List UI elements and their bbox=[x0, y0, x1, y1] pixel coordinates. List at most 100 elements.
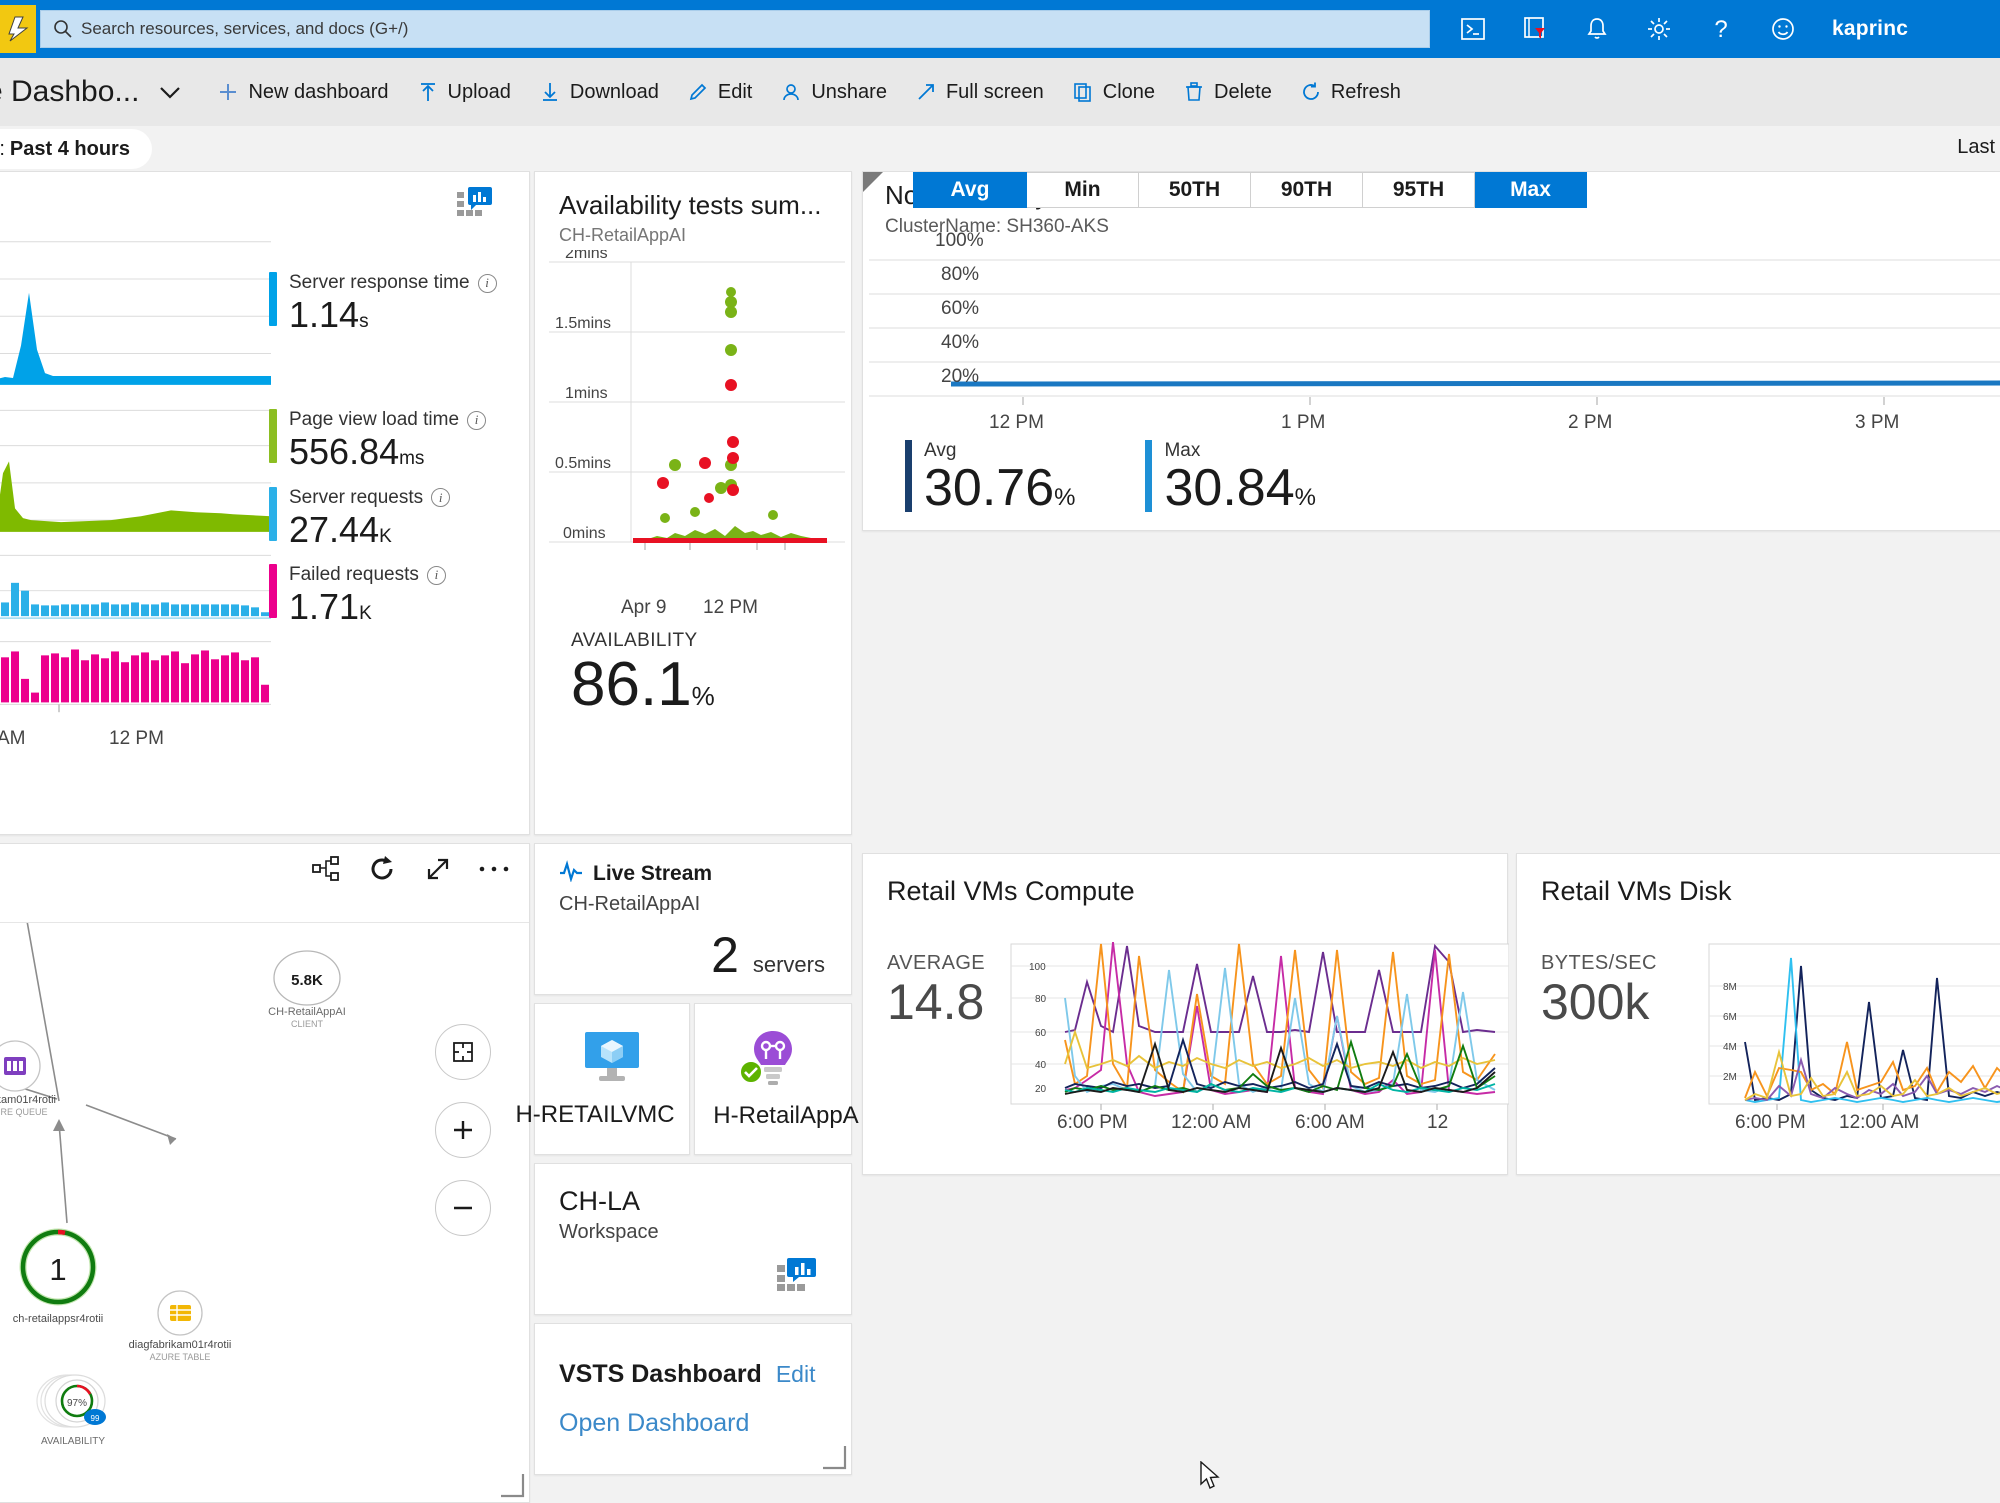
directory-filter-icon[interactable] bbox=[1520, 14, 1550, 44]
svg-text:2mins: 2mins bbox=[565, 250, 608, 262]
fit-to-screen-icon[interactable] bbox=[435, 1024, 491, 1080]
topbar-icon-group: ? bbox=[1458, 14, 1798, 44]
cloud-shell-icon[interactable] bbox=[1458, 14, 1488, 44]
svg-text:97%: 97% bbox=[67, 1398, 87, 1409]
tab-max[interactable]: Max bbox=[1475, 172, 1587, 208]
clone-label: Clone bbox=[1102, 80, 1156, 103]
azure-logo-icon[interactable] bbox=[0, 5, 36, 53]
tab-min[interactable]: Min bbox=[1027, 172, 1139, 208]
clone-button[interactable]: Clone bbox=[1058, 58, 1169, 126]
delete-button[interactable]: Delete bbox=[1169, 58, 1286, 126]
svg-text:20: 20 bbox=[1035, 1084, 1047, 1095]
download-button[interactable]: Download bbox=[525, 58, 673, 126]
metric-server-requests[interactable]: Server requests i 27.44K bbox=[269, 486, 509, 550]
tab-50th[interactable]: 50TH bbox=[1139, 172, 1251, 208]
rc-x-tick-3: 12 bbox=[1427, 1112, 1449, 1133]
node-memory-utilization-tile[interactable]: Node memory utilizatio ClusterName: SH36… bbox=[862, 171, 2000, 531]
zoom-in-icon[interactable] bbox=[435, 1102, 491, 1158]
application-map-toolbar bbox=[309, 852, 511, 886]
fullscreen-arrow-icon bbox=[915, 81, 937, 103]
retail-compute-caption: AVERAGE bbox=[887, 952, 986, 974]
vsts-dashboard-title: VSTS Dashboard bbox=[559, 1360, 762, 1388]
svg-text:6M: 6M bbox=[1723, 1012, 1737, 1023]
trash-icon bbox=[1183, 81, 1205, 103]
settings-gear-icon[interactable] bbox=[1644, 14, 1674, 44]
vsts-dashboard-tile[interactable]: VSTS Dashboard Edit Open Dashboard bbox=[534, 1323, 852, 1475]
vsts-edit-link[interactable]: Edit bbox=[776, 1361, 816, 1388]
info-icon[interactable]: i bbox=[431, 488, 451, 508]
metric-unit: K bbox=[379, 525, 392, 547]
availability-stat-caption: AVAILABILITY bbox=[571, 630, 698, 651]
unshare-button[interactable]: Unshare bbox=[766, 58, 901, 126]
svg-text:AZURE QUEUE: AZURE QUEUE bbox=[0, 1107, 48, 1117]
more-ellipsis-icon[interactable] bbox=[477, 852, 511, 886]
new-dashboard-button[interactable]: New dashboard bbox=[203, 58, 402, 126]
info-icon[interactable]: i bbox=[426, 565, 446, 585]
metric-value: 1.71 bbox=[289, 586, 360, 628]
tab-90th[interactable]: 90TH bbox=[1251, 172, 1363, 208]
node-memory-stat-max: Max 30.84% bbox=[1145, 440, 1316, 515]
nm-stat-unit: % bbox=[1054, 484, 1076, 511]
resource-tile-app-insights[interactable]: H-RetailAppA bbox=[694, 1003, 859, 1155]
log-analytics-workspace-tile[interactable]: CH-LA Workspace bbox=[534, 1163, 852, 1315]
svg-text:0mins: 0mins bbox=[563, 525, 606, 542]
retail-vms-disk-tile[interactable]: Retail VMs Disk BYTES/SEC 300k 8M 6M 4M … bbox=[1516, 853, 2000, 1175]
retail-compute-title: Retail VMs Compute bbox=[887, 876, 1135, 906]
info-icon[interactable]: i bbox=[477, 273, 497, 293]
search-input[interactable] bbox=[75, 19, 1417, 39]
help-question-icon[interactable]: ? bbox=[1706, 14, 1736, 44]
retail-disk-value: 300k bbox=[1541, 974, 1650, 1030]
live-stream-tile[interactable]: Live Stream CH-RetailAppAI 2 servers bbox=[534, 843, 852, 995]
resource-tile-virtual-machine[interactable]: H-RETAILVMC bbox=[515, 1003, 690, 1155]
resource-tile-vm-label: H-RETAILVMC bbox=[515, 1100, 675, 1128]
full-screen-button[interactable]: Full screen bbox=[901, 58, 1058, 126]
expand-diagonal-icon[interactable] bbox=[421, 852, 455, 886]
retail-vms-compute-tile[interactable]: Retail VMs Compute AVERAGE 14.8 100 80 6… bbox=[862, 853, 1509, 1175]
vsts-open-dashboard-link[interactable]: Open Dashboard bbox=[535, 1409, 851, 1438]
metric-server-response-time[interactable]: Server response time i 1.14s bbox=[269, 272, 509, 335]
layout-graph-icon[interactable] bbox=[309, 852, 343, 886]
edit-button[interactable]: Edit bbox=[673, 58, 766, 126]
metric-unit: K bbox=[359, 603, 372, 625]
check-circle-icon bbox=[738, 1059, 764, 1090]
metric-failed-requests[interactable]: Failed requests i 1.71K bbox=[269, 564, 509, 627]
app-insights-sparkline-charts bbox=[0, 241, 271, 713]
virtual-machine-icon bbox=[579, 1030, 645, 1091]
rc-x-tick-1: 12:00 AM bbox=[1171, 1112, 1252, 1133]
svg-text:?: ? bbox=[1714, 16, 1727, 43]
refresh-button[interactable]: Refresh bbox=[1286, 58, 1415, 126]
availability-tests-summary-tile[interactable]: Availability tests sum... CH-RetailAppAI… bbox=[534, 171, 852, 835]
upload-arrow-icon bbox=[417, 81, 439, 103]
zoom-out-icon[interactable] bbox=[435, 1180, 491, 1236]
tab-avg[interactable]: Avg bbox=[913, 172, 1027, 208]
global-search-box[interactable] bbox=[40, 10, 1430, 48]
retail-disk-caption: BYTES/SEC bbox=[1541, 952, 1657, 974]
edit-label: Edit bbox=[717, 80, 753, 103]
live-stream-title: Live Stream bbox=[593, 861, 713, 885]
svg-text:1mins: 1mins bbox=[565, 385, 608, 402]
plus-icon bbox=[217, 81, 239, 103]
refresh-circular-icon bbox=[1300, 81, 1322, 103]
notifications-bell-icon[interactable] bbox=[1582, 14, 1612, 44]
refresh-icon[interactable] bbox=[365, 852, 399, 886]
chevron-down-icon[interactable] bbox=[155, 82, 185, 102]
live-stream-unit: servers bbox=[752, 952, 825, 977]
app-insights-overview-tile[interactable]: AM 12 PM Server response time i 1.14s Pa… bbox=[0, 171, 530, 835]
azure-top-navigation-bar: ? kaprinc bbox=[0, 0, 2000, 58]
pulse-live-icon bbox=[559, 860, 583, 887]
rc-x-tick-2: 6:00 AM bbox=[1295, 1112, 1365, 1133]
availability-tile-subtitle: CH-RetailAppAI bbox=[559, 225, 687, 245]
app-insights-chart-icon bbox=[457, 186, 493, 221]
upload-button[interactable]: Upload bbox=[403, 58, 525, 126]
tab-95th[interactable]: 95TH bbox=[1363, 172, 1475, 208]
availability-x-tick-1: 12 PM bbox=[703, 597, 758, 618]
account-name-label[interactable]: kaprinc bbox=[1832, 17, 1908, 41]
time-range-filter[interactable]: me : Past 4 hours bbox=[0, 129, 152, 169]
info-icon[interactable]: i bbox=[467, 410, 487, 430]
tile-resize-grip[interactable] bbox=[821, 1444, 847, 1470]
application-map-tile[interactable]: 5.8K CH-RetailAppAI CLIENT fabrikam01r4r… bbox=[0, 843, 530, 1503]
tile-resize-grip[interactable] bbox=[499, 1472, 525, 1498]
rd-x-tick-0: 6:00 PM bbox=[1735, 1112, 1806, 1133]
feedback-smiley-icon[interactable] bbox=[1768, 14, 1798, 44]
metric-page-view-load-time[interactable]: Page view load time i 556.84ms bbox=[269, 409, 509, 472]
